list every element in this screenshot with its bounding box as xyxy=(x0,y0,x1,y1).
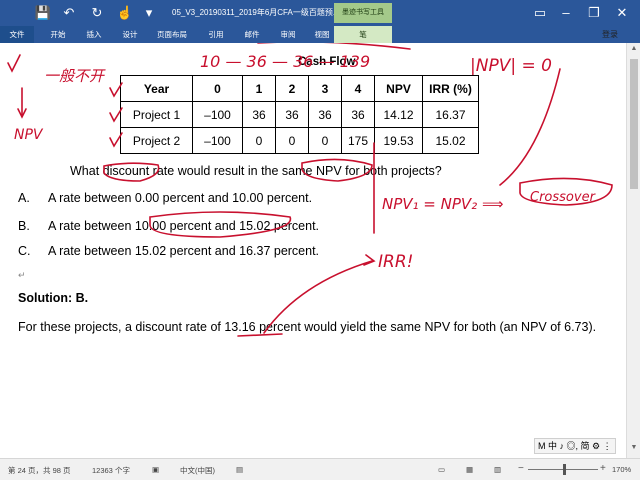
close-icon[interactable]: ✕ xyxy=(612,4,632,22)
read-mode-icon[interactable]: ▭ xyxy=(438,465,445,474)
ime-toolbar[interactable]: M 中 ♪ ◎, 简 ⚙ ⋮ xyxy=(534,438,616,454)
ink-text-npv-abs: |NPV| = 0 xyxy=(470,56,552,76)
table-header-cell: Year xyxy=(120,75,193,102)
print-layout-icon[interactable]: ▦ xyxy=(466,465,473,474)
tab-file[interactable]: 文件 xyxy=(0,26,34,43)
status-bar: 第 24 页，共 98 页 12363 个字 ▣ 中文(中国) ▤ ▭ ▦ ▥ … xyxy=(0,458,640,480)
option-text: A rate between 0.00 percent and 10.00 pe… xyxy=(48,191,313,205)
ink-text-mid: NPV₁ = NPV₂ ⟹ xyxy=(382,195,503,213)
page-count[interactable]: 第 24 页，共 98 页 xyxy=(8,465,71,476)
document-title: 05_V3_20190311_2019年6月CFA一级百题预... xyxy=(172,8,340,17)
ink-stroke xyxy=(257,43,411,50)
table-cell: 175 xyxy=(341,127,375,154)
table-cell: –100 xyxy=(192,101,243,128)
web-layout-icon[interactable]: ▥ xyxy=(494,465,501,474)
table-cell: Project 1 xyxy=(120,101,193,128)
question-text: What discount rate would result in the s… xyxy=(70,164,442,178)
table-cell: 14.12 xyxy=(374,101,423,128)
solution-label: Solution: B. xyxy=(18,291,89,305)
save-icon[interactable]: 💾 xyxy=(34,4,52,22)
table-cell: 36 xyxy=(275,101,309,128)
table-cell: 36 xyxy=(341,101,375,128)
ink-arrowhead xyxy=(17,108,27,119)
table-header-cell: 1 xyxy=(242,75,276,102)
scroll-up-icon[interactable]: ▲ xyxy=(627,45,640,57)
table-cell: 0 xyxy=(242,127,276,154)
undo-icon[interactable]: ↶ xyxy=(60,4,78,22)
table-cell: Project 2 xyxy=(120,127,193,154)
table-header-cell: 2 xyxy=(275,75,309,102)
restore-icon[interactable]: ❐ xyxy=(584,4,604,22)
table-header-row: Year 0 1 2 3 4 NPV IRR (%) xyxy=(120,75,479,102)
table-row: Project 1 –100 36 36 36 36 14.12 16.37 xyxy=(120,101,479,128)
zoom-out-icon[interactable]: − xyxy=(518,463,524,474)
table-cell: –100 xyxy=(192,127,243,154)
word-count[interactable]: 12363 个字 xyxy=(92,465,130,476)
option-letter: B. xyxy=(18,219,30,233)
table-cell: 0 xyxy=(308,127,342,154)
tab-review[interactable]: 审阅 xyxy=(274,26,302,43)
table-row: Project 2 –100 0 0 0 175 19.53 15.02 xyxy=(120,127,479,154)
ribbon-tabs: 文件 开始 插入 设计 页面布局 引用 邮件 审阅 视图 笔 xyxy=(0,26,640,43)
scroll-down-icon[interactable]: ▼ xyxy=(627,444,640,456)
ink-check-mark xyxy=(7,54,21,73)
paragraph-mark: ↵ xyxy=(18,270,26,280)
table-cell: 16.37 xyxy=(422,101,479,128)
solution-text: For these projects, a discount rate of 1… xyxy=(18,320,597,334)
tab-design[interactable]: 设计 xyxy=(116,26,144,43)
option-letter: A. xyxy=(18,191,30,205)
option-text: A rate between 15.02 percent and 16.37 p… xyxy=(48,244,320,258)
ink-text-irr: IRR! xyxy=(378,252,413,272)
table-cell: 0 xyxy=(275,127,309,154)
scroll-thumb[interactable] xyxy=(630,59,638,189)
touch-mode-icon[interactable]: ☝ xyxy=(116,4,134,22)
minimize-icon[interactable]: – xyxy=(556,4,576,22)
tab-page-layout[interactable]: 页面布局 xyxy=(152,26,192,43)
signin-link[interactable]: 登录 xyxy=(602,26,618,43)
table-cell: 15.02 xyxy=(422,127,479,154)
ink-text-left-npv: NPV xyxy=(14,127,44,143)
table-cell: 36 xyxy=(308,101,342,128)
vertical-scrollbar[interactable]: ▲ ▼ xyxy=(626,43,640,458)
option-c: C. A rate between 15.02 percent and 16.37… xyxy=(18,244,319,258)
table-cell: 36 xyxy=(242,101,276,128)
ink-circle-crossover xyxy=(519,177,613,206)
ink-arrow-to-crossover xyxy=(499,68,561,186)
option-b: B. A rate between 10.00 percent and 15.02… xyxy=(18,219,319,233)
ink-text-left-top: 一般不开 xyxy=(44,67,106,85)
tab-references[interactable]: 引用 xyxy=(202,26,230,43)
table-header-cell: NPV xyxy=(374,75,423,102)
tab-insert[interactable]: 插入 xyxy=(80,26,108,43)
document-page[interactable]: Cash Flow Year 0 1 2 3 4 NPV IRR (%) Pro… xyxy=(0,43,626,458)
table-header-cell: 0 xyxy=(192,75,243,102)
option-letter: C. xyxy=(18,244,31,258)
table-header-cell: IRR (%) xyxy=(422,75,479,102)
option-a: A. A rate between 0.00 percent and 10.00 … xyxy=(18,191,312,205)
zoom-level[interactable]: 170% xyxy=(612,465,631,474)
customize-qat-icon[interactable]: ▾ xyxy=(140,4,158,22)
proofing-icon[interactable]: ▣ xyxy=(152,465,159,474)
title-bar: 💾 ↶ ↻ ☝ ▾ 05_V3_20190311_2019年6月CFA一级百题预… xyxy=(0,0,640,26)
tab-home[interactable]: 开始 xyxy=(44,26,72,43)
cashflow-table: Year 0 1 2 3 4 NPV IRR (%) Project 1 –10… xyxy=(120,75,479,154)
option-text: A rate between 10.00 percent and 15.02 p… xyxy=(48,219,320,233)
ink-text-crossover: Crossover xyxy=(530,190,597,205)
language-status[interactable]: 中文(中国) xyxy=(180,465,215,476)
tab-mailings[interactable]: 邮件 xyxy=(238,26,266,43)
table-cell: 19.53 xyxy=(374,127,423,154)
table-header-cell: 4 xyxy=(341,75,375,102)
tab-pen[interactable]: 笔 xyxy=(334,26,392,43)
macro-record-icon[interactable]: ▤ xyxy=(236,465,243,474)
ink-arrowhead xyxy=(363,254,376,266)
ink-tools-context-tab[interactable]: 墨迹书写工具 xyxy=(334,3,392,23)
table-header-cell: 3 xyxy=(308,75,342,102)
zoom-in-icon[interactable]: + xyxy=(600,463,606,474)
redo-icon[interactable]: ↻ xyxy=(88,4,106,22)
zoom-slider-thumb[interactable] xyxy=(563,464,566,475)
tab-view[interactable]: 视图 xyxy=(308,26,336,43)
cashflow-title: Cash Flow xyxy=(298,56,356,68)
ribbon-display-icon[interactable]: ▭ xyxy=(530,4,550,22)
